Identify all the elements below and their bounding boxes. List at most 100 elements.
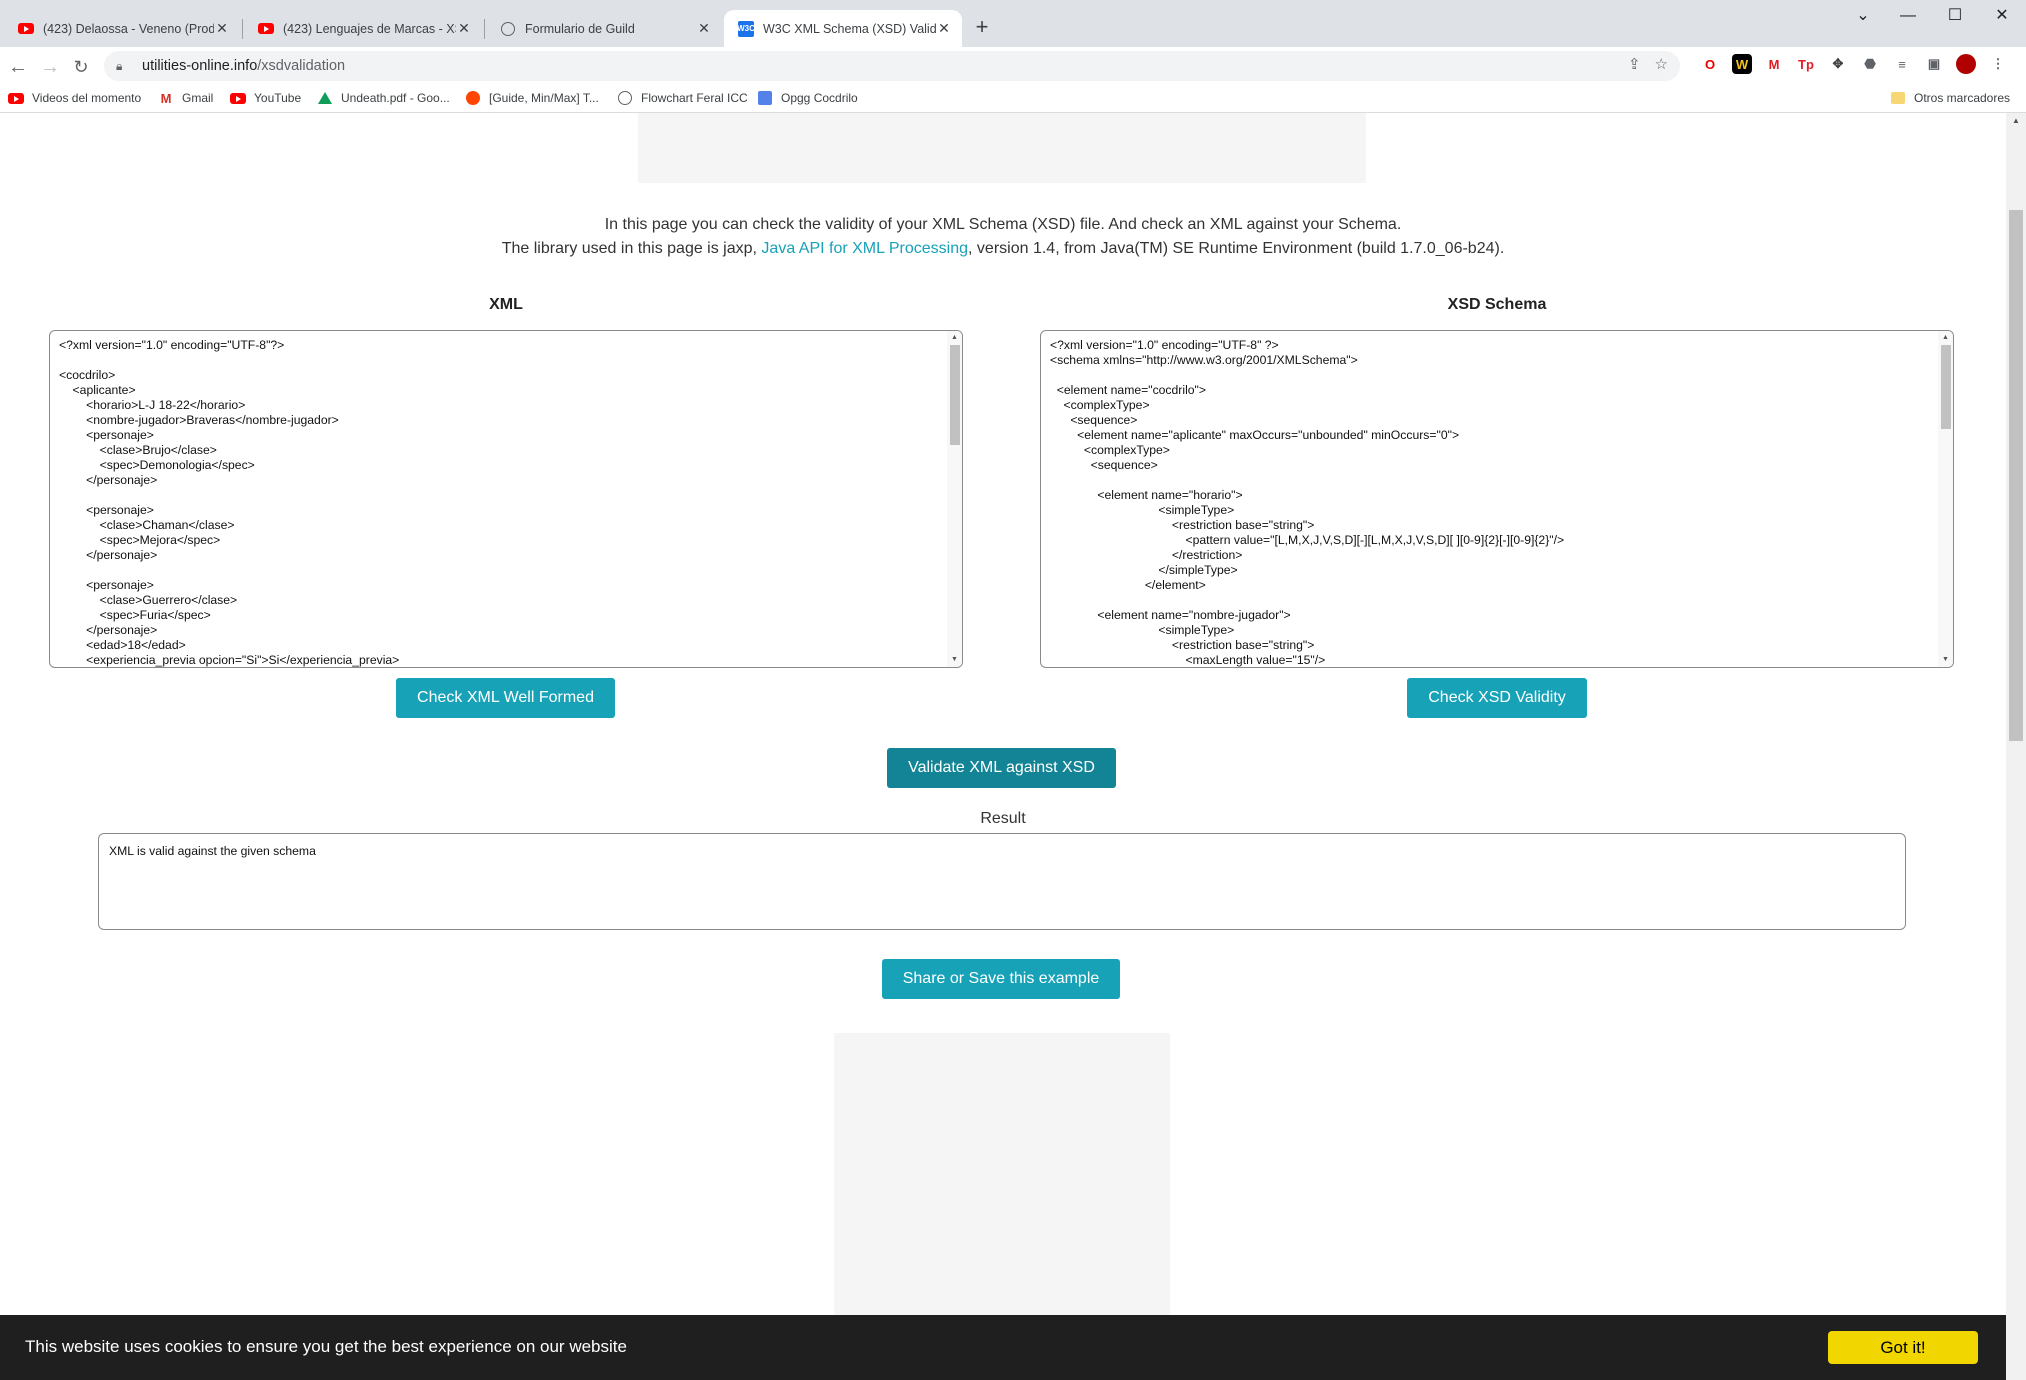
bookmark-flowchart-feral[interactable]: Flowchart Feral ICC <box>617 90 748 106</box>
cookie-banner: This website uses cookies to ensure you … <box>0 1315 2006 1380</box>
tab-title: Formulario de Guild <box>525 21 635 36</box>
bookmark-star-icon[interactable]: ☆ <box>1655 55 1668 73</box>
folder-icon <box>1890 90 1906 106</box>
bookmark-label: Flowchart Feral ICC <box>641 91 748 105</box>
scrollbar-thumb[interactable] <box>1941 345 1951 429</box>
youtube-icon <box>258 21 274 37</box>
intro-text: In this page you can check the validity … <box>0 213 2006 261</box>
reload-icon[interactable]: ↻ <box>67 53 95 81</box>
page-content: In this page you can check the validity … <box>0 113 2006 1380</box>
bookmarks-bar: Videos del momento M Gmail YouTube Undea… <box>0 85 2026 113</box>
xsd-content: <?xml version="1.0" encoding="UTF-8" ?> … <box>1050 338 1565 667</box>
xsd-scrollbar[interactable]: ▲ ▼ <box>1938 331 1953 667</box>
url-host: utilities-online.info <box>142 58 258 74</box>
wowhead-extension-icon[interactable]: W <box>1732 54 1752 74</box>
reading-list-icon[interactable]: ≡ <box>1892 54 1912 74</box>
result-textarea[interactable]: XML is valid against the given schema <box>98 833 1906 930</box>
bookmark-youtube[interactable]: YouTube <box>230 90 301 106</box>
scroll-down-arrow-icon[interactable]: ▼ <box>947 653 962 667</box>
scroll-up-arrow-icon[interactable]: ▲ <box>1938 331 1953 345</box>
result-text: XML is valid against the given schema <box>109 844 316 858</box>
other-bookmarks-folder[interactable]: Otros marcadores <box>1890 90 2010 106</box>
tab-title: (423) Lenguajes de Marcas - XSD <box>283 21 456 36</box>
youtube-icon <box>8 90 24 106</box>
xml-heading: XML <box>489 296 523 313</box>
page-scrollbar[interactable]: ▲ <box>2006 113 2026 1380</box>
globe-icon <box>617 90 633 106</box>
bookmark-label: [Guide, Min/Max] T... <box>489 91 599 105</box>
forward-arrow-icon[interactable]: → <box>36 53 64 81</box>
intro-line-2: The library used in this page is jaxp, J… <box>501 240 1505 257</box>
close-icon[interactable]: ✕ <box>696 20 712 37</box>
scroll-down-arrow-icon[interactable]: ▼ <box>1938 653 1953 667</box>
bookmark-opgg-cocdrilo[interactable]: Opgg Cocdrilo <box>757 90 858 106</box>
profile-avatar[interactable] <box>1956 54 1976 74</box>
bookmark-gmail[interactable]: M Gmail <box>158 90 214 106</box>
bookmark-label: Gmail <box>182 91 214 105</box>
youtube-icon <box>230 90 246 106</box>
tab-formulario-guild[interactable]: Formulario de Guild ✕ <box>486 10 722 47</box>
validate-xml-against-xsd-button[interactable]: Validate XML against XSD <box>887 748 1116 788</box>
bookmark-label: Videos del momento <box>32 91 142 105</box>
xsd-textarea[interactable]: <?xml version="1.0" encoding="UTF-8" ?> … <box>1040 330 1954 668</box>
youtube-icon <box>18 21 34 37</box>
tab-search-icon[interactable]: ⌄ <box>1843 4 1883 28</box>
bookmark-guide-minmax[interactable]: [Guide, Min/Max] T... <box>465 90 599 106</box>
mega-extension-icon[interactable]: M <box>1764 54 1784 74</box>
bookmark-label: Undeath.pdf - Goo... <box>341 91 450 105</box>
result-label: Result <box>980 810 1026 827</box>
page-scrollbar-thumb[interactable] <box>2009 210 2023 741</box>
url-path: /xsdvalidation <box>257 58 346 74</box>
gmail-icon: M <box>160 90 172 106</box>
side-panel-icon[interactable]: ▣ <box>1924 54 1944 74</box>
share-save-example-button[interactable]: Share or Save this example <box>882 959 1120 999</box>
bookmark-label: YouTube <box>254 91 302 105</box>
menu-kebab-icon[interactable]: ⋮ <box>1988 54 2008 74</box>
tab-w3c-xsd-validation[interactable]: W3C W3C XML Schema (XSD) Validatio ✕ <box>724 10 962 47</box>
bookmark-undeath-pdf[interactable]: Undeath.pdf - Goo... <box>317 90 450 106</box>
window-close-button[interactable]: ✕ <box>1982 4 2022 28</box>
scroll-up-arrow-icon[interactable]: ▲ <box>2006 113 2026 129</box>
browser-toolbar: ← → ↻ 🔒︎ utilities-online.info/xsdvalida… <box>0 47 2026 85</box>
jaxp-link[interactable]: Java API for XML Processing <box>761 240 968 257</box>
globe-icon <box>500 21 516 37</box>
tab-delaossa[interactable]: (423) Delaossa - Veneno (Prod. K ✕ <box>4 10 240 47</box>
close-icon[interactable]: ✕ <box>214 20 230 37</box>
xml-textarea[interactable]: <?xml version="1.0" encoding="UTF-8"?> <… <box>49 330 963 668</box>
ad-banner-top <box>638 113 1366 183</box>
back-arrow-icon[interactable]: ← <box>4 53 32 81</box>
opgg-icon <box>757 90 773 106</box>
xml-content: <?xml version="1.0" encoding="UTF-8"?> <… <box>59 338 400 667</box>
opera-extension-icon[interactable]: O <box>1700 54 1720 74</box>
bookmark-label: Opgg Cocdrilo <box>781 91 858 105</box>
xml-scrollbar[interactable]: ▲ ▼ <box>947 331 962 667</box>
xsd-heading: XSD Schema <box>1447 296 1547 313</box>
tab-title: (423) Delaossa - Veneno (Prod. K <box>43 21 214 36</box>
check-xsd-validity-button[interactable]: Check XSD Validity <box>1407 678 1587 718</box>
close-icon[interactable]: ✕ <box>456 20 472 37</box>
lock-icon[interactable]: 🔒︎ <box>116 59 134 74</box>
tab-strip: (423) Delaossa - Veneno (Prod. K ✕ (423)… <box>0 0 2026 47</box>
share-icon[interactable]: ⇪ <box>1628 55 1641 73</box>
tab-title: W3C XML Schema (XSD) Validatio <box>763 21 936 36</box>
minimize-button[interactable]: — <box>1888 4 1928 28</box>
check-xml-well-formed-button[interactable]: Check XML Well Formed <box>396 678 615 718</box>
extensions-puzzle-icon[interactable]: ⬣ <box>1860 54 1880 74</box>
bookmark-label: Otros marcadores <box>1914 91 2011 105</box>
cookie-message: This website uses cookies to ensure you … <box>25 1337 627 1356</box>
address-bar[interactable]: 🔒︎ utilities-online.info/xsdvalidation ⇪… <box>104 51 1680 81</box>
intro-line-1: In this page you can check the validity … <box>604 216 1402 233</box>
close-icon[interactable]: ✕ <box>936 20 952 37</box>
tp-extension-icon[interactable]: Tp <box>1796 54 1816 74</box>
scrollbar-thumb[interactable] <box>950 345 960 445</box>
w3c-icon: W3C <box>737 20 755 37</box>
maximize-button[interactable]: ☐ <box>1935 4 1975 28</box>
tab-lenguajes[interactable]: (423) Lenguajes de Marcas - XSD ✕ <box>244 10 482 47</box>
drive-icon <box>317 90 333 106</box>
reddit-icon <box>465 90 481 106</box>
cookie-accept-button[interactable]: Got it! <box>1828 1331 1978 1364</box>
move-extension-icon[interactable]: ✥ <box>1828 54 1848 74</box>
scroll-up-arrow-icon[interactable]: ▲ <box>947 331 962 345</box>
new-tab-button[interactable]: + <box>969 14 995 40</box>
bookmark-videos-del-momento[interactable]: Videos del momento <box>8 90 141 106</box>
